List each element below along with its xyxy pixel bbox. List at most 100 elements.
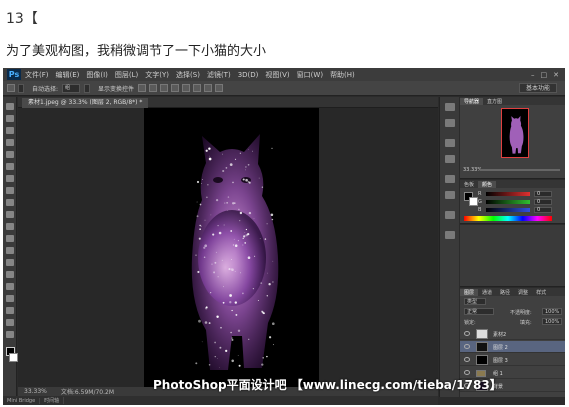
history-icon[interactable] <box>445 103 455 111</box>
menu-help[interactable]: 帮助(H) <box>330 70 355 80</box>
blur-tool-icon[interactable] <box>6 247 14 254</box>
eye-icon[interactable] <box>464 357 470 362</box>
swatches-tab[interactable]: 色板 <box>460 181 478 188</box>
zoom-readout[interactable]: 33.33% <box>24 388 47 395</box>
clone-stamp-tool-icon[interactable] <box>6 199 14 206</box>
eraser-tool-icon[interactable] <box>6 223 14 230</box>
workspace-switcher[interactable]: 基本功能 <box>518 83 557 93</box>
auto-select-dropdown[interactable]: 组 <box>62 83 81 93</box>
menu-file[interactable]: 文件(F) <box>25 70 49 80</box>
layer-row[interactable]: 图层 3 <box>460 354 565 366</box>
layer-row[interactable]: 图层 2 <box>460 341 565 353</box>
eyedropper-tool-icon[interactable] <box>6 163 14 170</box>
color-spectrum-ramp[interactable] <box>464 216 552 221</box>
align-right-icon[interactable] <box>193 84 202 92</box>
star-dot <box>209 155 210 157</box>
move-tool-icon[interactable] <box>7 84 15 92</box>
dodge-tool-icon[interactable] <box>6 259 14 266</box>
canvas-area[interactable] <box>18 108 438 387</box>
background-color-icon[interactable] <box>9 353 18 362</box>
navigator-tab[interactable]: 导航器 <box>460 97 484 105</box>
background-color-swatch[interactable] <box>469 197 478 206</box>
minimize-button[interactable]: – <box>531 71 535 79</box>
menu-filter[interactable]: 滤镜(T) <box>207 70 231 80</box>
star-dot <box>268 336 272 339</box>
layer-kind-filter[interactable]: 类型 <box>464 298 486 305</box>
actions-icon[interactable] <box>445 119 455 127</box>
doc-size-readout: 文档:6.59M/70.2M <box>60 389 115 396</box>
star-dot <box>224 202 226 204</box>
opacity-field[interactable]: 100% <box>542 308 562 315</box>
menu-edit[interactable]: 编辑(E) <box>56 70 80 80</box>
styles-tab[interactable]: 样式 <box>532 289 550 296</box>
menu-window[interactable]: 窗口(W) <box>297 70 323 80</box>
document-canvas[interactable] <box>144 108 319 387</box>
align-left-icon[interactable] <box>171 84 180 92</box>
eye-icon[interactable] <box>464 331 470 336</box>
menu-view[interactable]: 视图(V) <box>265 70 289 80</box>
path-select-tool-icon[interactable] <box>6 295 14 302</box>
color-g-label: G <box>478 199 482 205</box>
menu-image[interactable]: 图像(I) <box>86 70 108 80</box>
align-center-icon[interactable] <box>182 84 191 92</box>
mini-bridge-tab[interactable]: Mini Bridge <box>3 397 41 404</box>
clone-source-icon[interactable] <box>445 211 455 219</box>
quick-select-tool-icon[interactable] <box>6 139 14 146</box>
zoom-tool-icon[interactable] <box>6 331 14 338</box>
pen-tool-icon[interactable] <box>6 271 14 278</box>
menu-3d[interactable]: 3D(D) <box>238 71 259 79</box>
menu-type[interactable]: 文字(Y) <box>145 70 169 80</box>
adjustments-tab[interactable]: 调整 <box>514 289 532 296</box>
hand-tool-icon[interactable] <box>6 319 14 326</box>
layer-row[interactable]: 素材2 <box>460 328 565 340</box>
menu-layer[interactable]: 图层(L) <box>115 70 138 80</box>
document-tab[interactable]: 素材1.jpeg @ 33.3% (图层 2, RGB/8*) * <box>22 98 149 108</box>
show-transform-checkbox[interactable] <box>84 83 91 93</box>
navigator-thumbnail[interactable] <box>501 108 529 158</box>
histogram-tab[interactable]: 直方图 <box>483 98 506 105</box>
close-button[interactable]: ✕ <box>553 71 559 79</box>
character-icon[interactable] <box>445 139 455 147</box>
auto-select-checkbox[interactable] <box>18 83 24 93</box>
brush-presets-icon[interactable] <box>445 191 455 199</box>
brush-tool-icon[interactable] <box>6 187 14 194</box>
channels-tab[interactable]: 通道 <box>478 289 496 296</box>
move-tool-icon[interactable] <box>6 103 14 110</box>
paragraph-icon[interactable] <box>445 155 455 163</box>
properties-icon[interactable] <box>445 231 455 239</box>
color-tab[interactable]: 颜色 <box>478 180 497 188</box>
star-dot <box>247 256 251 259</box>
align-top-icon[interactable] <box>138 84 147 92</box>
gradient-tool-icon[interactable] <box>6 235 14 242</box>
align-middle-icon[interactable] <box>149 84 158 92</box>
color-g-value[interactable]: 0 <box>534 199 552 205</box>
lasso-tool-icon[interactable] <box>6 127 14 134</box>
type-tool-icon[interactable] <box>6 283 14 290</box>
layers-tab[interactable]: 图层 <box>460 288 479 296</box>
paths-tab[interactable]: 路径 <box>496 289 514 296</box>
color-r-value[interactable]: 0 <box>534 191 552 197</box>
maximize-button[interactable]: □ <box>541 71 548 79</box>
navigator-zoom-slider[interactable] <box>480 169 560 171</box>
align-bottom-icon[interactable] <box>160 84 169 92</box>
star-dot <box>245 233 248 237</box>
color-b-slider[interactable] <box>486 208 530 212</box>
color-r-slider[interactable] <box>486 192 530 196</box>
distribute-h-icon[interactable] <box>215 84 224 92</box>
star-dot <box>268 283 271 286</box>
fill-field[interactable]: 100% <box>542 318 562 325</box>
history-brush-tool-icon[interactable] <box>6 211 14 218</box>
color-g-slider[interactable] <box>486 200 530 204</box>
distribute-icon[interactable] <box>204 84 213 92</box>
brush-icon[interactable] <box>445 175 455 183</box>
marquee-tool-icon[interactable] <box>6 115 14 122</box>
color-b-value[interactable]: 0 <box>534 207 552 213</box>
timeline-tab[interactable]: 时间轴 <box>40 397 65 404</box>
crop-tool-icon[interactable] <box>6 151 14 158</box>
healing-tool-icon[interactable] <box>6 175 14 182</box>
eye-icon[interactable] <box>464 370 470 375</box>
blend-mode-dropdown[interactable]: 正常 <box>464 308 494 315</box>
eye-icon[interactable] <box>464 344 470 349</box>
menu-select[interactable]: 选择(S) <box>176 70 200 80</box>
shape-tool-icon[interactable] <box>6 307 14 314</box>
